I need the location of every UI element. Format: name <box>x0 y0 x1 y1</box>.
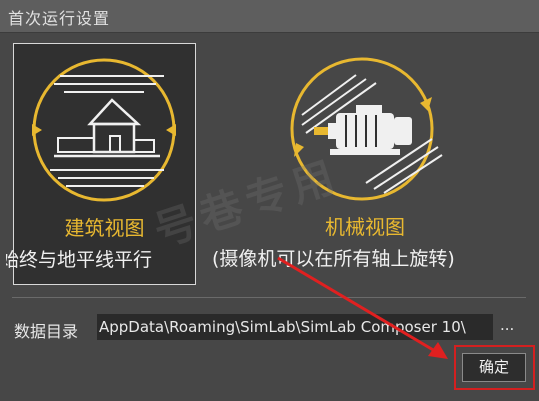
architecture-view-label: 建筑视图 <box>64 216 145 240</box>
dialog-content: 建筑视图 始终与地平线平行 机械视图 (摄像机可以在所有轴上旋转) 数据目录 A… <box>0 33 539 401</box>
motor-icon <box>290 57 443 201</box>
architecture-view-option[interactable]: 建筑视图 始终与地平线平行 <box>6 43 196 285</box>
data-dir-label: 数据目录 <box>14 322 79 341</box>
mechanical-view-label: 机械视图 <box>325 215 405 239</box>
divider <box>12 297 526 298</box>
house-icon <box>32 58 176 202</box>
architecture-view-description: 始终与地平线平行 <box>6 249 153 271</box>
mechanical-view-description: (摄像机可以在所有轴上旋转) <box>212 248 455 270</box>
window-title: 首次运行设置 <box>8 9 111 28</box>
data-dir-field[interactable]: AppData\Roaming\SimLab\SimLab Composer 1… <box>97 314 493 340</box>
title-bar: 首次运行设置 <box>0 0 539 33</box>
ok-button[interactable]: 确定 <box>462 353 526 382</box>
mechanical-view-option[interactable]: 机械视图 (摄像机可以在所有轴上旋转) <box>206 43 524 285</box>
browse-button[interactable]: ... <box>500 316 514 334</box>
ok-button-highlight: 确定 <box>454 345 535 390</box>
